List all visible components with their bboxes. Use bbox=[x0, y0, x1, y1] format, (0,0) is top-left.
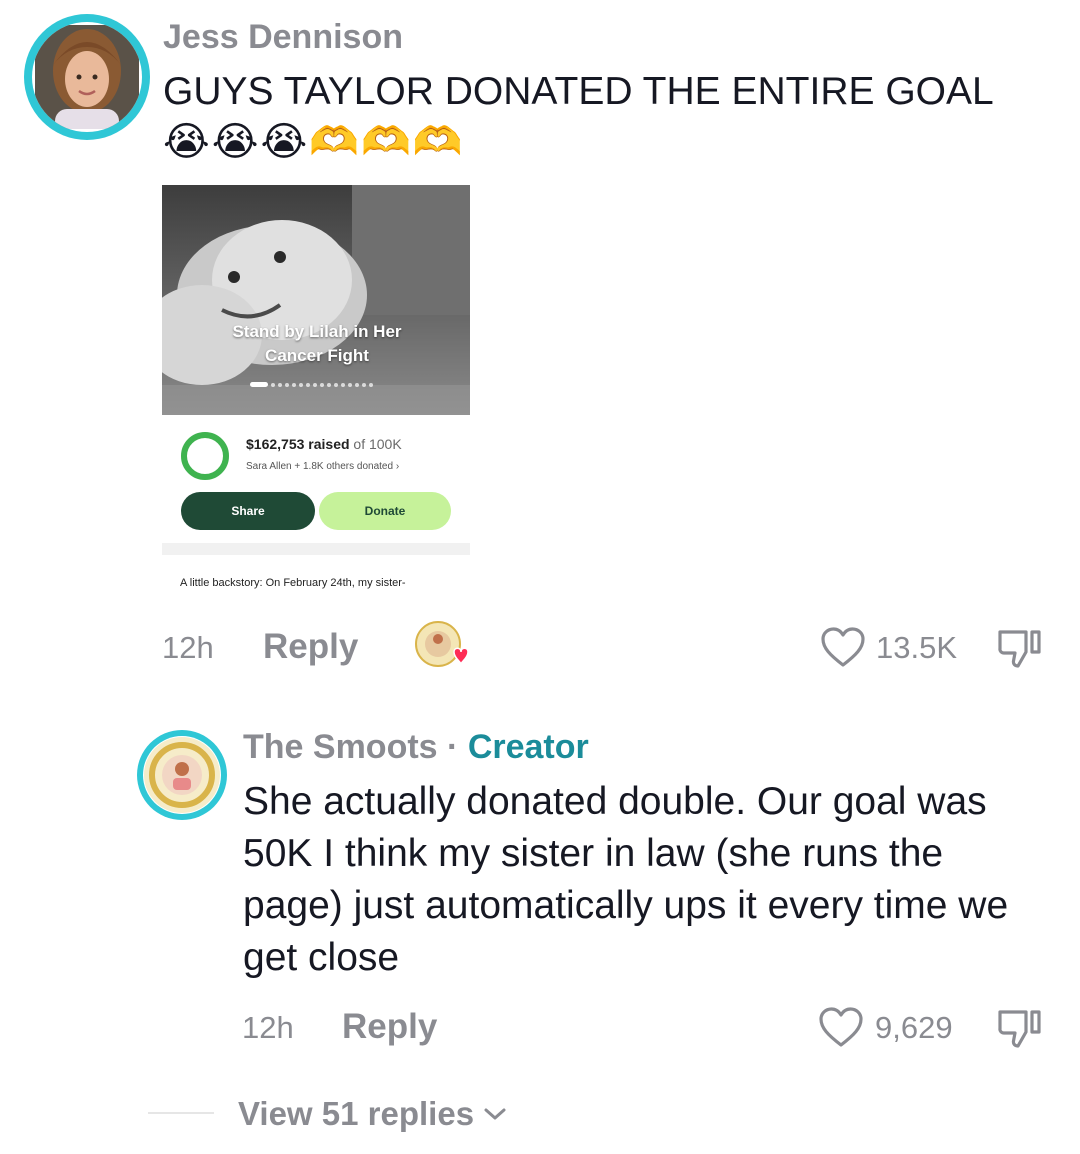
avatar-jess-dennison[interactable] bbox=[24, 14, 150, 140]
progress-ring bbox=[181, 432, 229, 480]
backstory-text: A little backstory: On February 24th, my… bbox=[180, 577, 406, 589]
avatar-logo bbox=[144, 737, 220, 813]
comment-time: 12h bbox=[242, 1010, 294, 1045]
separator-dot: · bbox=[447, 728, 459, 766]
chevron-down-icon bbox=[484, 1108, 506, 1120]
comment-text: She actually donated double. Our goal wa… bbox=[243, 780, 1009, 979]
fundraiser-title: Stand by Lilah in Her Cancer Fight bbox=[232, 322, 402, 365]
fundraiser-screenshot[interactable]: Stand by Lilah in Her Cancer Fight $162,… bbox=[162, 185, 470, 605]
username-the-smoots[interactable]: The Smoots bbox=[243, 728, 438, 766]
comment-emojis: 😭😭😭🫶🫶🫶 bbox=[163, 120, 465, 164]
view-replies-button[interactable]: View 51 replies bbox=[238, 1095, 508, 1133]
comment-time: 12h bbox=[162, 630, 214, 665]
raised-amount: $162,753 raised bbox=[246, 436, 350, 452]
donate-button: Donate bbox=[319, 492, 451, 530]
avatar-photo bbox=[35, 25, 139, 129]
comment-text: GUYS TAYLOR DONATED THE ENTIRE GOAL bbox=[163, 70, 994, 113]
username-jess-dennison[interactable]: Jess Dennison bbox=[163, 18, 403, 57]
comment-header: The Smoots · Creator bbox=[243, 728, 589, 767]
reply-button[interactable]: Reply bbox=[342, 1007, 437, 1047]
creator-liked-badge-icon bbox=[415, 621, 469, 667]
carousel-dots bbox=[250, 382, 373, 387]
like-count: 13.5K bbox=[876, 630, 958, 665]
dislike-icon[interactable] bbox=[996, 626, 1044, 670]
replies-divider bbox=[148, 1112, 214, 1114]
view-replies-label: View 51 replies bbox=[238, 1095, 475, 1132]
reply-button[interactable]: Reply bbox=[263, 627, 358, 667]
creator-badge: Creator bbox=[467, 728, 589, 766]
like-count: 9,629 bbox=[875, 1010, 953, 1045]
donors-summary: Sara Allen + 1.8K others donated › bbox=[246, 461, 400, 472]
raised-amount-row: $162,753 raised of 100K bbox=[246, 436, 402, 452]
goal-amount: of 100K bbox=[353, 436, 402, 452]
divider bbox=[162, 543, 470, 555]
heart-outline-icon[interactable] bbox=[820, 626, 866, 668]
fundraiser-photo bbox=[162, 185, 470, 415]
heart-outline-icon[interactable] bbox=[818, 1006, 864, 1048]
dislike-icon[interactable] bbox=[996, 1006, 1044, 1050]
avatar-the-smoots[interactable] bbox=[137, 730, 227, 820]
share-button: Share bbox=[181, 492, 315, 530]
